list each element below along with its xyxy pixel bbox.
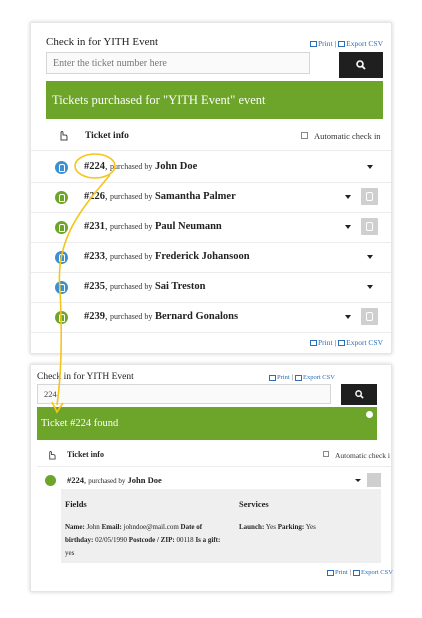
table-header: Ticket info Automatic check i: [37, 445, 391, 467]
checked-in-icon: [55, 191, 68, 204]
print-icon[interactable]: [310, 41, 317, 48]
export-csv-link[interactable]: Export CSV: [346, 39, 383, 48]
services-values: Launch: Yes Parking: Yes: [239, 523, 316, 531]
checkin-button[interactable]: [361, 308, 378, 325]
ticket-summary: #224, purchased by John Doe: [84, 161, 198, 172]
chevron-down-icon[interactable]: [367, 285, 373, 289]
search-button[interactable]: [339, 52, 383, 78]
auto-checkin-label: Automatic check in: [314, 131, 381, 141]
auto-checkin-checkbox[interactable]: [301, 132, 308, 139]
checked-in-icon: [55, 311, 68, 324]
export-icon[interactable]: [294, 374, 302, 381]
services-header: Services: [239, 499, 269, 509]
ticket-row[interactable]: #226, purchased by Samantha Palmer: [31, 182, 391, 213]
panel-title: Check in for YITH Event: [37, 372, 134, 382]
chevron-down-icon[interactable]: [345, 225, 351, 229]
ticket-row[interactable]: #224, purchased by John Doe: [31, 152, 391, 183]
checkin-panel-list: Check in for YITH Event Print | Export CSV…: [30, 22, 392, 354]
panel-links: Print | Export CSV: [269, 374, 335, 381]
checkin-button[interactable]: [361, 188, 378, 205]
export-icon[interactable]: [338, 340, 346, 347]
panel-links: Print | Export CSV: [310, 39, 383, 48]
print-icon[interactable]: [269, 374, 276, 381]
fields-header: Fields: [65, 499, 87, 509]
print-link[interactable]: Print: [318, 338, 333, 347]
search-value: 224: [44, 389, 57, 399]
hand-icon: [60, 130, 68, 141]
fields-values: Name: John Email: johndoe@mail.com Date …: [65, 523, 221, 557]
ticket-found-banner: Ticket #224 found: [37, 407, 377, 440]
print-icon[interactable]: [310, 340, 317, 347]
checkin-button[interactable]: [367, 473, 381, 487]
export-csv-link[interactable]: Export CSV: [303, 374, 335, 381]
auto-checkin-checkbox[interactable]: [323, 451, 329, 457]
chevron-down-icon[interactable]: [355, 479, 361, 482]
checked-in-icon: [55, 221, 68, 234]
export-icon[interactable]: [352, 569, 360, 576]
not-checked-in-icon: [55, 251, 68, 264]
search-placeholder: Enter the ticket number here: [53, 57, 167, 69]
checkin-panel-found: Check in for YITH Event Print | Export CSV…: [30, 364, 393, 592]
ticket-info-header: Ticket info: [67, 450, 104, 459]
export-csv-link[interactable]: Export CSV: [346, 338, 383, 347]
checked-in-status-icon: [45, 475, 56, 486]
print-link[interactable]: Print: [335, 569, 348, 576]
not-checked-in-icon: [55, 281, 68, 294]
ticket-summary: #239, purchased by Bernard Gonalons: [84, 311, 239, 322]
ticket-search-input[interactable]: 224: [37, 384, 331, 404]
export-icon[interactable]: [338, 41, 346, 48]
panel-links-bottom: Print | Export CSV: [327, 569, 393, 576]
ticket-info-header: Ticket info: [85, 131, 129, 141]
chevron-down-icon[interactable]: [345, 195, 351, 199]
ticket-summary: #226, purchased by Samantha Palmer: [84, 191, 236, 202]
ticket-row[interactable]: #231, purchased by Paul Neumann: [31, 212, 391, 243]
ticket-search-input[interactable]: Enter the ticket number here: [46, 52, 310, 74]
table-header: Ticket info Automatic check in: [31, 121, 391, 151]
export-csv-link[interactable]: Export CSV: [361, 569, 393, 576]
checkin-button[interactable]: [361, 218, 378, 235]
ticket-row[interactable]: #235, purchased by Sai Treston: [31, 272, 391, 303]
ticket-row[interactable]: #239, purchased by Bernard Gonalons: [31, 302, 391, 333]
chevron-down-icon[interactable]: [367, 165, 373, 169]
close-icon[interactable]: [366, 411, 373, 418]
not-checked-in-icon: [55, 161, 68, 174]
hand-icon: [49, 450, 56, 460]
chevron-down-icon[interactable]: [345, 315, 351, 319]
ticket-row[interactable]: #233, purchased by Frederick Johansoon: [31, 242, 391, 273]
search-icon: [354, 390, 364, 399]
auto-checkin-label: Automatic check i: [335, 451, 390, 460]
panel-links-bottom: Print | Export CSV: [310, 338, 383, 347]
found-message: Ticket #224 found: [41, 418, 119, 429]
print-link[interactable]: Print: [318, 39, 333, 48]
search-button[interactable]: [341, 384, 377, 405]
tickets-banner: Tickets purchased for "YITH Event" event: [46, 81, 383, 119]
ticket-summary: #224, purchased by John Doe: [67, 475, 162, 485]
ticket-details: Fields Services Name: John Email: johndo…: [61, 489, 381, 563]
search-icon: [356, 60, 366, 70]
chevron-down-icon[interactable]: [367, 255, 373, 259]
ticket-summary: #235, purchased by Sai Treston: [84, 281, 206, 292]
panel-title: Check in for YITH Event: [46, 36, 159, 48]
print-link[interactable]: Print: [277, 374, 290, 381]
ticket-summary: #231, purchased by Paul Neumann: [84, 221, 222, 232]
ticket-summary: #233, purchased by Frederick Johansoon: [84, 251, 250, 262]
print-icon[interactable]: [327, 569, 334, 576]
